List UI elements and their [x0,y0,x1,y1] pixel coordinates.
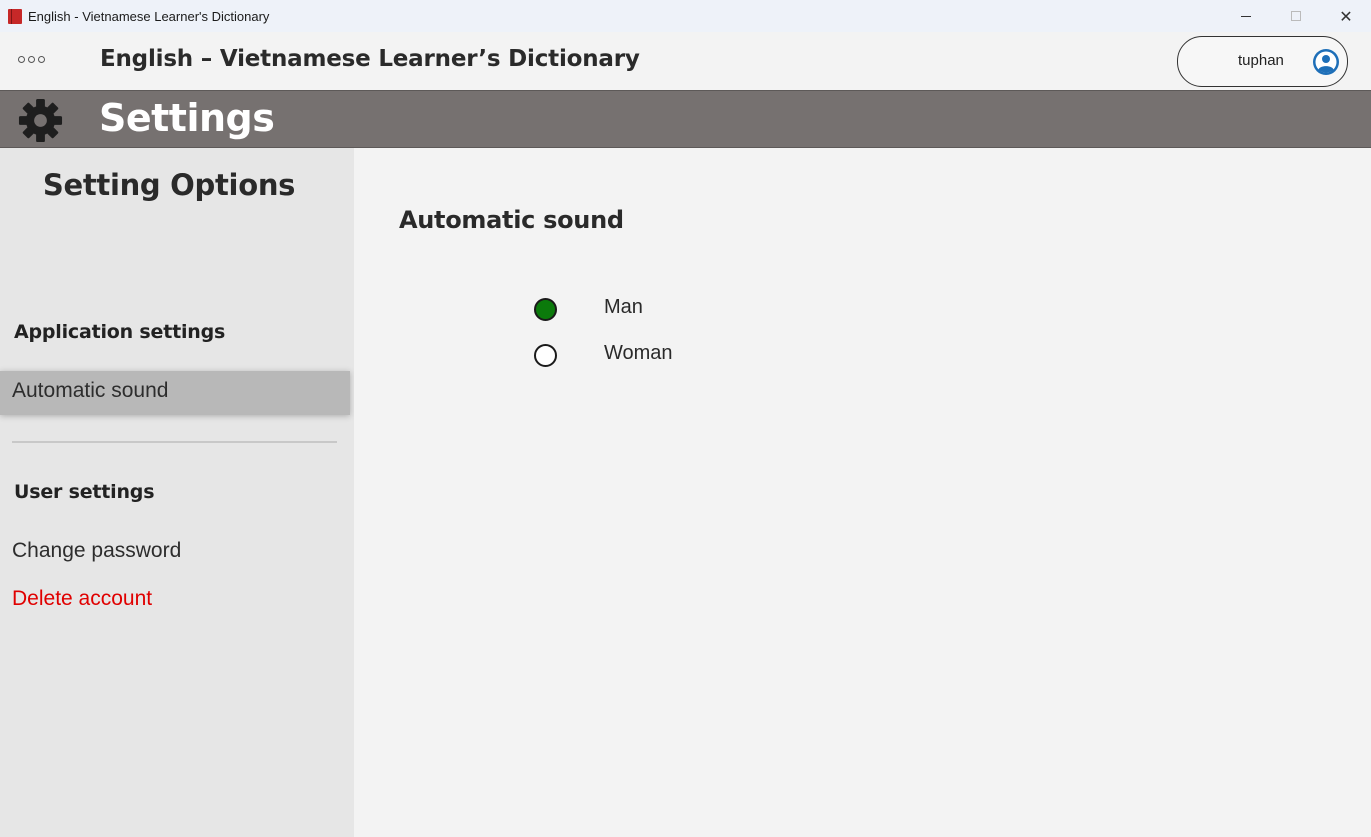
window-titlebar: English - Vietnamese Learner's Dictionar… [0,0,1371,32]
radio-button[interactable] [534,343,557,367]
dictionary-book-icon [8,8,22,24]
window-controls: ✕ [1221,0,1371,32]
app-title: English – Vietnamese Learner’s Dictionar… [100,46,640,72]
content-title: Automatic sound [399,206,624,234]
sidebar-item-automatic-sound[interactable]: Automatic sound [0,371,350,415]
more-horizontal-icon [18,56,25,63]
close-button[interactable]: ✕ [1321,0,1371,32]
settings-sidebar: Setting Options Application settings Aut… [0,148,354,837]
radio-button-selected[interactable] [534,297,557,321]
sidebar-divider [12,441,337,443]
sidebar-item-change-password[interactable]: Change password [0,531,350,575]
window-title: English - Vietnamese Learner's Dictionar… [28,8,270,24]
gear-icon [18,98,63,143]
section-heading-user: User settings [14,481,155,503]
voice-option-woman[interactable]: Woman [534,341,673,369]
page-title: Settings [99,96,275,140]
app-header: English – Vietnamese Learner’s Dictionar… [0,32,1371,90]
minimize-icon [1241,15,1251,17]
voice-option-man[interactable]: Man [534,295,643,323]
user-account-button[interactable]: tuphan [1177,36,1348,87]
maximize-icon [1291,11,1301,21]
user-circle-icon [1313,49,1339,75]
close-icon: ✕ [1339,6,1353,26]
sidebar-item-delete-account[interactable]: Delete account [0,579,350,623]
section-heading-application: Application settings [14,321,226,343]
maximize-button[interactable] [1271,0,1321,32]
username-label: tuphan [1238,52,1284,69]
sidebar-title: Setting Options [42,168,296,202]
more-menu-button[interactable] [18,56,45,63]
radio-label: Man [604,296,643,318]
minimize-button[interactable] [1221,0,1271,32]
settings-content: Automatic sound Man Woman [354,148,1371,837]
radio-label: Woman [604,342,673,364]
settings-banner: Settings [0,90,1371,148]
